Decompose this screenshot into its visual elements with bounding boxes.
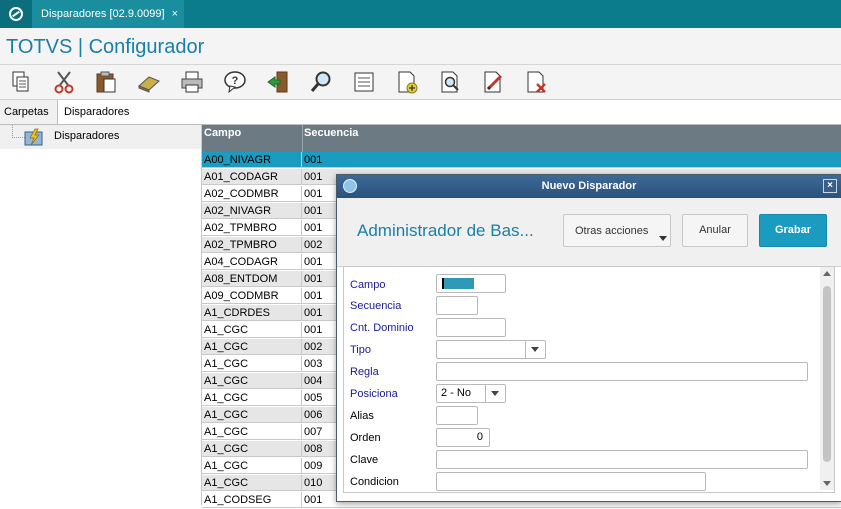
tree-item-disparadores[interactable]: Disparadores [0, 125, 201, 149]
tipo-label: Tipo [350, 344, 371, 356]
regla-label: Regla [350, 366, 379, 378]
dialog-heading: Administrador de Bas... [357, 221, 534, 240]
anular-button[interactable]: Anular [682, 214, 748, 247]
otras-acciones-button[interactable]: Otras acciones [563, 214, 671, 247]
search-icon[interactable] [308, 69, 334, 95]
regla-input[interactable] [436, 362, 808, 381]
dialog-close-button[interactable]: × [823, 179, 837, 193]
alias-input[interactable] [436, 406, 478, 425]
secuencia-input[interactable] [436, 296, 478, 315]
tab-disparadores-list[interactable]: Disparadores [58, 100, 178, 124]
clave-input[interactable] [436, 450, 808, 469]
tree-item-label: Disparadores [54, 130, 120, 142]
scroll-up-icon[interactable] [823, 271, 831, 276]
condicion-label: Condicion [350, 476, 399, 488]
cell-campo[interactable]: A02_NIVAGR [202, 203, 302, 219]
svg-text:?: ? [232, 75, 239, 87]
dialog-title-bar: Nuevo Disparador × [337, 175, 841, 198]
cnt-dominio-input[interactable] [436, 318, 506, 337]
scrollbar-thumb[interactable] [823, 286, 831, 462]
help-icon[interactable]: ? [222, 69, 248, 95]
column-header-secuencia[interactable]: Secuencia [304, 127, 358, 139]
print-icon[interactable] [179, 69, 205, 95]
dialog-title: Nuevo Disparador [541, 180, 637, 192]
dialog-header: Administrador de Bas... Otras acciones A… [337, 198, 841, 267]
chevron-down-icon[interactable] [525, 341, 545, 358]
cell-campo[interactable]: A02_TPMBRO [202, 220, 302, 236]
tipo-select[interactable] [436, 340, 546, 359]
paste-icon[interactable] [93, 69, 119, 95]
condicion-input[interactable] [436, 472, 706, 491]
cnt-dominio-label: Cnt. Dominio [350, 322, 414, 334]
toolbar: ? [0, 65, 841, 100]
cell-campo[interactable]: A01_CODAGR [202, 169, 302, 185]
panel-tabs: Carpetas Disparadores [0, 100, 841, 125]
edit-icon[interactable] [480, 69, 506, 95]
new-document-icon[interactable] [394, 69, 420, 95]
table-row[interactable]: A00_NIVAGR 001 [202, 152, 841, 169]
campo-input[interactable] [436, 274, 506, 293]
cell-campo[interactable]: A1_CGC [202, 458, 302, 474]
tab-carpetas[interactable]: Carpetas [0, 100, 58, 124]
cell-campo[interactable]: A1_CGC [202, 356, 302, 372]
orden-label: Orden [350, 432, 381, 444]
clave-label: Clave [350, 454, 379, 466]
cell-campo[interactable]: A1_CGC [202, 390, 302, 406]
cell-campo[interactable]: A02_CODMBR [202, 186, 302, 202]
cell-campo[interactable]: A1_CGC [202, 322, 302, 338]
cell-campo[interactable]: A1_CGC [202, 441, 302, 457]
grid-header: Campo Secuencia [202, 125, 841, 152]
cell-campo[interactable]: A1_CGC [202, 339, 302, 355]
form-scrollbar[interactable] [820, 267, 834, 490]
exit-icon[interactable] [265, 69, 291, 95]
list-icon[interactable] [351, 69, 377, 95]
cell-campo[interactable]: A1_CGC [202, 407, 302, 423]
totvs-logo-icon[interactable] [0, 0, 32, 28]
nuevo-disparador-dialog: Nuevo Disparador × Administrador de Bas.… [336, 174, 841, 502]
campo-label: Campo [350, 279, 386, 291]
cell-campo[interactable]: A09_CODMBR [202, 288, 302, 304]
cell-campo[interactable]: A1_CODSEG [202, 492, 302, 508]
cell-campo[interactable]: A1_CGC [202, 373, 302, 389]
orden-value: 0 [476, 431, 483, 443]
chevron-down-icon [659, 236, 667, 241]
tab-title: Disparadores [02.9.0099] [41, 8, 165, 20]
posiciona-value: 2 - No [441, 387, 471, 399]
cell-campo[interactable]: A04_CODAGR [202, 254, 302, 270]
top-bar: Disparadores [02.9.0099] × [0, 0, 841, 28]
cell-secuencia[interactable]: 001 [302, 152, 841, 168]
lightning-folder-icon [24, 128, 43, 146]
copy-icon[interactable] [8, 69, 34, 95]
column-header-campo[interactable]: Campo [204, 127, 241, 139]
cell-campo[interactable]: A00_NIVAGR [202, 152, 302, 168]
cell-campo[interactable]: A02_TPMBRO [202, 237, 302, 253]
app-title-bar: TOTVS | Configurador [0, 28, 841, 65]
secuencia-label: Secuencia [350, 300, 402, 312]
grabar-button[interactable]: Grabar [759, 214, 827, 247]
scroll-down-icon[interactable] [823, 481, 831, 486]
cut-icon[interactable] [51, 69, 77, 95]
posiciona-select[interactable]: 2 - No [436, 384, 506, 403]
orden-input[interactable]: 0 [436, 428, 490, 447]
eraser-icon[interactable] [136, 69, 162, 95]
cell-campo[interactable]: A1_CGC [202, 424, 302, 440]
otras-acciones-label: Otras acciones [575, 225, 649, 237]
preview-icon[interactable] [437, 69, 463, 95]
cell-campo[interactable]: A1_CGC [202, 475, 302, 491]
chevron-down-icon[interactable] [485, 385, 505, 402]
alias-label: Alias [350, 410, 374, 422]
tab-disparadores[interactable]: Disparadores [02.9.0099] × [32, 0, 184, 28]
disparador-form: Campo Secuencia Cnt. Dominio Tipo Regla … [343, 266, 835, 493]
cell-campo[interactable]: A08_ENTDOM [202, 271, 302, 287]
app-title: TOTVS | Configurador [6, 36, 205, 58]
posiciona-label: Posiciona [350, 388, 398, 400]
tab-close-icon[interactable]: × [172, 0, 178, 28]
delete-document-icon[interactable] [523, 69, 549, 95]
cell-campo[interactable]: A1_CDRDES [202, 305, 302, 321]
folder-tree: Disparadores [0, 125, 202, 505]
